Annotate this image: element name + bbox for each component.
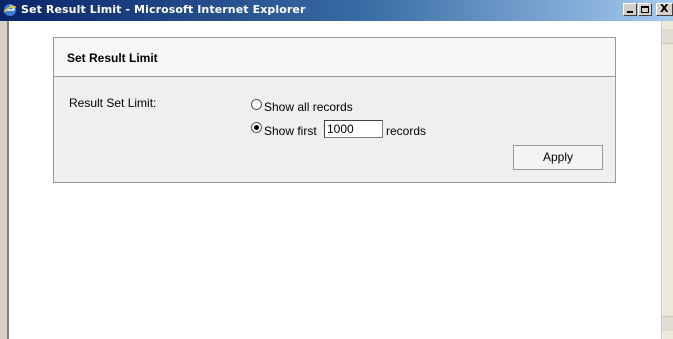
show-all-label[interactable]: Show all records (264, 100, 353, 114)
show-all-radio[interactable] (251, 99, 262, 110)
panel-header: Set Result Limit (54, 38, 615, 77)
window-title: Set Result Limit - Microsoft Internet Ex… (21, 3, 306, 16)
panel-title: Set Result Limit (67, 51, 158, 65)
show-first-label[interactable]: Show first (264, 124, 317, 138)
internet-explorer-icon (3, 4, 17, 16)
maximize-button[interactable] (638, 3, 652, 16)
maximize-icon (641, 6, 649, 13)
scroll-down-arrow-icon[interactable] (662, 316, 673, 331)
result-limit-panel: Set Result Limit Result Set Limit: Show … (53, 37, 616, 183)
close-button[interactable]: X (656, 3, 673, 16)
records-suffix-label: records (386, 124, 427, 138)
record-limit-input[interactable] (324, 120, 383, 138)
apply-button[interactable]: Apply (513, 145, 603, 170)
minimize-button[interactable] (623, 3, 637, 16)
show-first-radio[interactable] (251, 122, 262, 133)
result-set-limit-label: Result Set Limit: (69, 96, 157, 110)
close-icon: X (660, 2, 669, 15)
minimize-icon (627, 11, 633, 13)
vertical-scrollbar[interactable] (661, 21, 673, 339)
scroll-up-arrow-icon[interactable] (662, 29, 673, 44)
title-bar: Set Result Limit - Microsoft Internet Ex… (0, 0, 673, 21)
